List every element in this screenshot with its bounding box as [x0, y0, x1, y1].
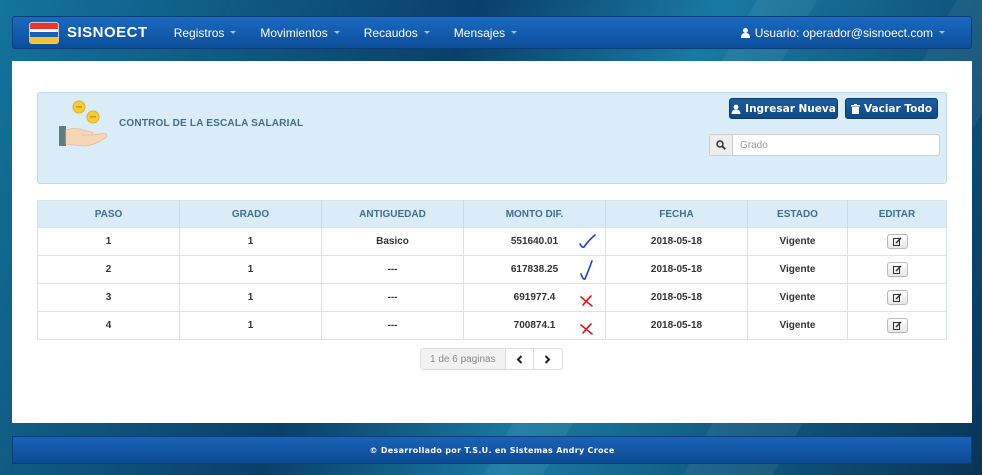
edit-icon — [892, 265, 901, 274]
cell-antiguedad: --- — [321, 311, 464, 340]
menu-label: Registros — [173, 25, 225, 40]
cell-grado: 1 — [179, 311, 322, 340]
cell-paso: 1 — [37, 227, 180, 256]
column-header[interactable]: ESTADO — [747, 200, 848, 228]
edit-icon — [892, 321, 901, 330]
cell-editar — [847, 283, 947, 312]
cell-monto: 691977.4 — [463, 283, 606, 312]
cell-antiguedad: --- — [321, 255, 464, 284]
cell-monto: 700874.1 — [463, 311, 606, 340]
cell-paso: 3 — [37, 283, 180, 312]
monto-value: 617838.25 — [510, 264, 559, 275]
menu-movimientos[interactable]: Movimientos — [260, 25, 340, 40]
column-header[interactable]: GRADO — [179, 200, 322, 228]
cross-mark-icon — [580, 323, 593, 335]
cell-grado: 1 — [179, 283, 322, 312]
cell-grado: 1 — [179, 227, 322, 256]
cell-fecha: 2018-05-18 — [605, 283, 748, 312]
edit-button[interactable] — [886, 318, 908, 333]
column-header[interactable]: MONTO DIF. — [463, 200, 606, 228]
brand[interactable]: SISNOECT — [29, 21, 148, 44]
clear-all-button[interactable]: Vaciar Todo — [845, 98, 938, 119]
column-header[interactable]: FECHA — [605, 200, 748, 228]
cell-monto: 617838.25 — [463, 255, 606, 284]
add-new-label: Ingresar Nueva — [745, 102, 836, 115]
user-icon — [740, 27, 750, 38]
edit-icon — [892, 293, 901, 302]
hand-coins-icon — [59, 100, 108, 147]
cell-editar — [847, 255, 947, 284]
salary-scale-table: PASO GRADO ANTIGUEDAD MONTO DIF. FECHA E… — [37, 200, 947, 340]
page-title: CONTROL DE LA ESCALA SALARIAL — [119, 118, 304, 129]
add-new-button[interactable]: Ingresar Nueva — [729, 98, 838, 119]
footer-credit: © Desarrollado por T.S.U. en Sistemas An… — [369, 445, 615, 455]
column-header[interactable]: PASO — [37, 200, 180, 228]
cell-estado: Vigente — [747, 255, 848, 284]
caret-down-icon — [939, 31, 945, 34]
cell-antiguedad: Basico — [321, 227, 464, 256]
brand-logo-icon — [29, 21, 59, 44]
previous-page-button[interactable] — [506, 349, 534, 369]
search-group — [709, 134, 940, 156]
edit-button[interactable] — [886, 290, 908, 305]
edit-icon — [892, 237, 901, 246]
menu-label: Recaudos — [363, 25, 418, 40]
chevron-right-icon — [544, 354, 551, 364]
table-row: 4 1 --- 700874.1 2018-05-18 Vigente — [37, 311, 947, 340]
brand-name: SISNOECT — [67, 24, 148, 41]
monto-value: 700874.1 — [513, 320, 556, 331]
footer: © Desarrollado por T.S.U. en Sistemas An… — [12, 436, 972, 464]
cell-paso: 4 — [37, 311, 180, 340]
user-menu[interactable]: Usuario: operador@sisnoect.com — [740, 25, 945, 40]
edit-button[interactable] — [886, 234, 908, 249]
pagination: 1 de 6 paginas — [420, 348, 563, 370]
caret-down-icon — [230, 31, 237, 34]
table-row: 1 1 Basico 551640.01 2018-05-18 Vigente — [37, 227, 947, 256]
cell-estado: Vigente — [747, 311, 848, 340]
column-header[interactable]: ANTIGUEDAD — [321, 200, 464, 228]
cell-estado: Vigente — [747, 283, 848, 312]
cell-editar — [847, 311, 947, 340]
chevron-left-icon — [516, 354, 522, 364]
cell-estado: Vigente — [747, 227, 848, 256]
monto-value: 691977.4 — [513, 292, 556, 303]
top-navbar: SISNOECT Registros Movimientos Recaudos … — [12, 16, 972, 49]
cell-fecha: 2018-05-18 — [605, 227, 748, 256]
cell-paso: 2 — [37, 255, 180, 284]
cell-fecha: 2018-05-18 — [605, 311, 748, 340]
search-input[interactable] — [733, 135, 939, 155]
main-panel: CONTROL DE LA ESCALA SALARIAL Ingresar N… — [12, 61, 972, 423]
edit-button[interactable] — [886, 262, 908, 277]
caret-down-icon — [423, 31, 430, 34]
menu-label: Mensajes — [453, 25, 506, 40]
caret-down-icon — [511, 31, 518, 34]
cell-grado: 1 — [179, 255, 322, 284]
cell-fecha: 2018-05-18 — [605, 255, 748, 284]
menu-mensajes[interactable]: Mensajes — [453, 25, 518, 40]
table-header-row: PASO GRADO ANTIGUEDAD MONTO DIF. FECHA E… — [37, 200, 947, 228]
user-label: Usuario: operador@sisnoect.com — [754, 25, 933, 40]
cross-mark-icon — [580, 295, 593, 307]
check-mark-icon — [579, 234, 596, 248]
next-page-button[interactable] — [534, 349, 562, 369]
column-header[interactable]: EDITAR — [847, 200, 947, 228]
cell-monto: 551640.01 — [463, 227, 606, 256]
check-mark-icon — [580, 260, 593, 280]
clear-all-label: Vaciar Todo — [863, 102, 933, 115]
table-row: 3 1 --- 691977.4 2018-05-18 Vigente — [37, 283, 947, 312]
control-header: CONTROL DE LA ESCALA SALARIAL Ingresar N… — [37, 92, 947, 184]
trash-icon — [850, 103, 860, 114]
menu-registros[interactable]: Registros — [174, 26, 237, 40]
caret-down-icon — [333, 31, 340, 34]
pagination-info: 1 de 6 paginas — [421, 349, 506, 369]
menu-label: Movimientos — [260, 25, 328, 40]
cell-antiguedad: --- — [321, 283, 464, 312]
user-icon — [731, 104, 741, 114]
search-icon — [710, 135, 733, 155]
monto-value: 551640.01 — [510, 236, 559, 247]
cell-editar — [847, 227, 947, 256]
menu-recaudos[interactable]: Recaudos — [364, 26, 430, 40]
table-row: 2 1 --- 617838.25 2018-05-18 Vigente — [37, 255, 947, 284]
